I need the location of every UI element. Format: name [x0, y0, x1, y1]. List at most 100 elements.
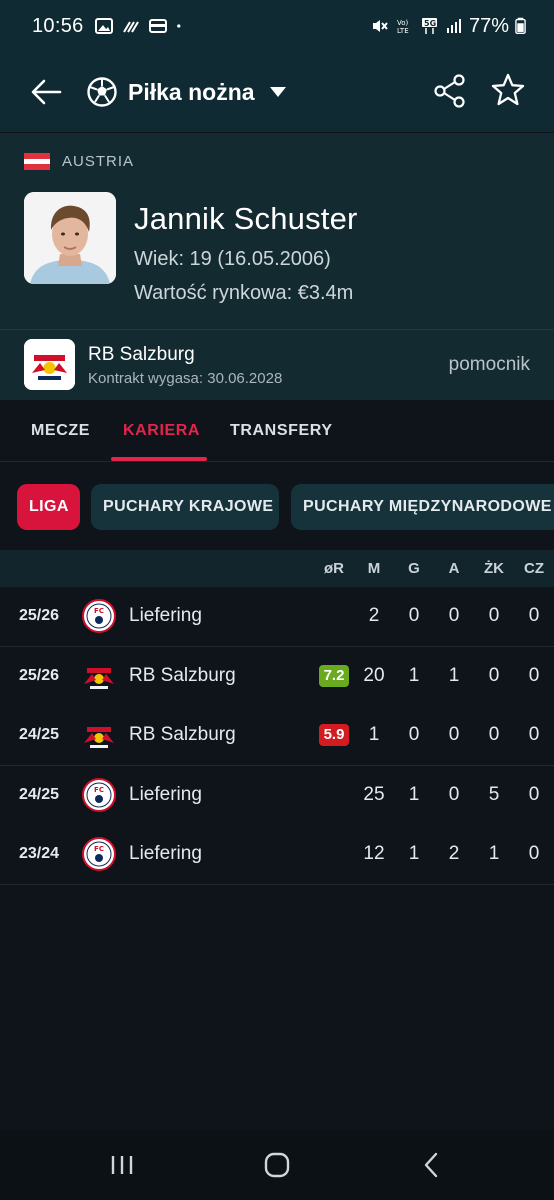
career-table-header: øR M G A ŻK CZ [0, 550, 554, 587]
column-header-rating: øR [324, 560, 344, 577]
liefering-logo: FC [82, 837, 116, 871]
stat-zk: 0 [488, 664, 500, 686]
soccer-ball-icon [87, 77, 117, 107]
stat-zk: 5 [488, 783, 500, 805]
5g-icon: 5G [421, 18, 437, 34]
system-nav-bar [0, 1130, 554, 1200]
stat-m: 1 [368, 724, 380, 745]
active-tab-indicator [111, 457, 207, 461]
stat-cz: 0 [528, 605, 540, 626]
table-row[interactable]: 25/26 RB Salzburg 7.2 20 1 1 0 0 [0, 646, 554, 707]
column-header-red-cards: CZ [524, 560, 544, 577]
season: 25/26 [19, 607, 60, 624]
stat-a: 0 [448, 605, 460, 626]
column-header-yellow-cards: ŻK [484, 560, 504, 577]
player-market-value: Wartość rynkowa: €3.4m [134, 282, 354, 304]
team-name: Liefering [129, 843, 202, 864]
stat-cz: 0 [528, 843, 540, 864]
stat-g: 1 [408, 843, 420, 864]
tab-transfery[interactable]: TRANSFERY [230, 422, 333, 440]
table-row[interactable]: 24/25 RB Salzburg 5.9 1 0 0 0 0 [0, 706, 554, 766]
chip-puchary-miedzynarodowe[interactable]: PUCHARY MIĘDZYNARODOWE [291, 484, 554, 530]
battery-percent: 77% [468, 14, 509, 37]
club-row[interactable]: RB Salzburg Kontrakt wygasa: 30.06.2028 … [0, 329, 554, 400]
table-row[interactable]: 24/25 FC Liefering 25 1 0 5 0 [0, 765, 554, 826]
salzburg-logo [82, 659, 116, 693]
stat-g: 1 [408, 664, 420, 686]
liefering-logo: FC [82, 777, 116, 812]
stat-zk: 0 [488, 605, 500, 626]
country-name: AUSTRIA [62, 153, 135, 170]
team-name: RB Salzburg [129, 724, 236, 745]
stat-g: 0 [408, 724, 420, 745]
table-row[interactable]: 25/26 FC Liefering 2 0 0 0 0 [0, 587, 554, 647]
season: 25/26 [19, 666, 60, 684]
contract-expiry: Kontrakt wygasa: 30.06.2028 [88, 370, 283, 387]
svg-text:FC: FC [94, 845, 104, 853]
home-icon[interactable] [259, 1148, 295, 1182]
favorite-star-icon[interactable] [490, 72, 526, 110]
tab-kariera[interactable]: KARIERA [123, 422, 200, 440]
chevron-down-icon [269, 87, 286, 97]
player-position: pomocnik [448, 354, 530, 375]
recent-apps-icon[interactable] [104, 1148, 140, 1182]
stat-zk: 1 [488, 843, 500, 864]
signal-icon [446, 19, 461, 33]
stat-cz: 0 [528, 724, 540, 745]
notification-icons [94, 18, 186, 34]
wifi-calling-icon [122, 21, 139, 33]
season: 24/25 [19, 785, 60, 803]
player-photo [24, 192, 116, 284]
status-time: 10:56 [32, 14, 84, 37]
table-row[interactable]: 23/24 FC Liefering 12 1 2 1 0 [0, 825, 554, 885]
austria-flag-icon [24, 153, 50, 171]
sport-title: Piłka nożna [128, 78, 255, 105]
team-name: RB Salzburg [129, 664, 236, 686]
svg-text:FC: FC [94, 607, 104, 615]
team-name: Liefering [129, 605, 202, 626]
column-header-goals: G [408, 560, 420, 577]
sport-selector[interactable]: Piłka nożna [86, 72, 287, 112]
back-nav-icon[interactable] [414, 1148, 450, 1182]
chip-puchary-krajowe[interactable]: PUCHARY KRAJOWE [91, 484, 279, 530]
stat-m: 12 [363, 843, 385, 864]
stat-cz: 0 [528, 783, 540, 805]
column-header-matches: M [367, 560, 381, 577]
back-arrow-icon[interactable] [28, 74, 64, 110]
svg-text:FC: FC [94, 786, 104, 794]
gallery-icon [94, 18, 113, 34]
share-icon[interactable] [432, 72, 468, 110]
stat-g: 1 [408, 783, 420, 805]
stat-g: 0 [408, 605, 420, 626]
app-bar: Piłka nożna [0, 52, 554, 132]
club-name: RB Salzburg [88, 344, 195, 365]
tab-bar: MECZE KARIERA TRANSFERY [0, 400, 554, 462]
tab-mecze[interactable]: MECZE [31, 422, 90, 440]
stat-a: 0 [448, 783, 460, 805]
dot-icon [176, 24, 181, 28]
player-age: Wiek: 19 (16.05.2006) [134, 248, 331, 270]
status-bar: 10:56 Vo) LTE 5G 77% [0, 0, 554, 52]
chip-liga[interactable]: LIGA [17, 484, 80, 530]
stat-m: 20 [363, 664, 385, 686]
liefering-logo: FC [82, 599, 116, 633]
salzburg-logo [24, 339, 75, 390]
svg-text:5G: 5G [424, 19, 436, 28]
salzburg-logo [82, 718, 116, 752]
season: 24/25 [19, 726, 60, 743]
status-right: Vo) LTE 5G 77% [371, 15, 526, 38]
wallet-icon [148, 19, 167, 33]
stat-zk: 0 [488, 724, 500, 745]
stat-a: 1 [448, 664, 460, 686]
season: 23/24 [19, 845, 60, 862]
stat-cz: 0 [528, 664, 540, 686]
rating-badge: 7.2 [319, 664, 349, 687]
volte-icon: Vo)LTE [397, 19, 409, 34]
country-row: AUSTRIA [24, 153, 135, 171]
stat-a: 2 [448, 843, 460, 864]
rating-badge: 5.9 [319, 724, 349, 746]
column-header-assists: A [448, 560, 460, 577]
svg-text:Vo): Vo) [397, 19, 409, 27]
svg-text:LTE: LTE [397, 27, 409, 34]
battery-icon [515, 17, 526, 35]
